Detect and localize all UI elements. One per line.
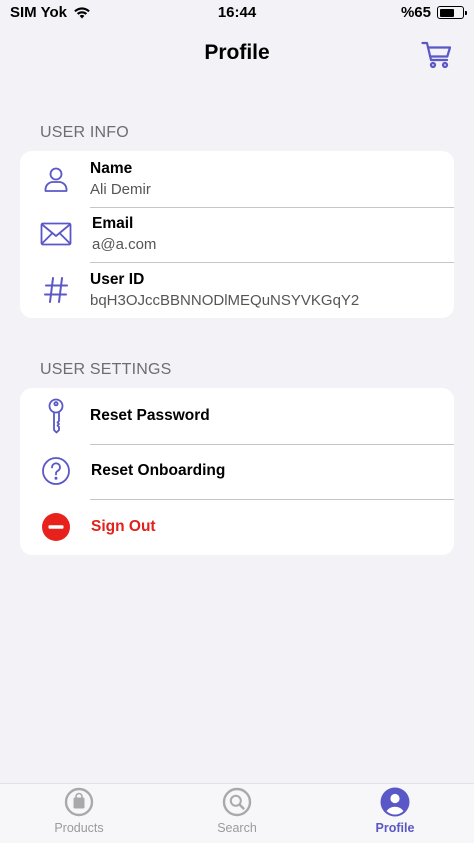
bag-icon <box>64 787 94 817</box>
tab-bar: Products Search Profile <box>0 783 474 843</box>
sign-out-label: Sign Out <box>91 517 156 535</box>
info-value: bqH3OJccBBNNODlMEQuNSYVKGqY2 <box>90 291 360 309</box>
cart-icon <box>421 41 452 69</box>
tab-label: Search <box>217 821 257 835</box>
battery-icon <box>437 6 467 19</box>
settings-row-sign-out[interactable]: Sign Out <box>20 499 454 555</box>
settings-label: Reset Password <box>90 406 210 424</box>
settings-row-text: Reset Password <box>90 407 444 425</box>
info-row-text: Name Ali Demir <box>90 160 444 198</box>
info-row-text: User ID bqH3OJccBBNNODlMEQuNSYVKGqY2 <box>90 271 444 309</box>
info-value: a@a.com <box>92 236 157 254</box>
settings-row-reset-onboarding[interactable]: Reset Onboarding <box>20 443 454 500</box>
person-circle-icon <box>380 787 410 817</box>
tab-profile[interactable]: Profile <box>316 784 474 843</box>
key-icon <box>38 398 74 434</box>
info-row-name: Name Ali Demir <box>20 151 454 207</box>
section-header-user-info: USER INFO <box>40 124 129 141</box>
tab-label: Products <box>54 821 104 835</box>
info-row-email: Email a@a.com <box>20 206 454 263</box>
person-icon <box>38 161 74 197</box>
info-value: Ali Demir <box>90 180 151 198</box>
settings-row-text: Reset Onboarding <box>91 462 444 480</box>
user-info-card: Name Ali Demir Email a@a.com User ID bqH… <box>20 151 454 318</box>
battery-fill <box>439 8 454 17</box>
section-header-user-settings: USER SETTINGS <box>40 361 172 378</box>
cart-button[interactable] <box>420 40 454 70</box>
status-bar: SIM Yok 16:44 %65 <box>0 0 474 26</box>
magnifier-icon <box>222 787 252 817</box>
settings-row-text: Sign Out <box>91 518 444 536</box>
tab-products[interactable]: Products <box>0 784 158 843</box>
page-title: Profile <box>204 41 270 64</box>
info-row-user-id: User ID bqH3OJccBBNNODlMEQuNSYVKGqY2 <box>20 262 454 318</box>
info-row-text: Email a@a.com <box>92 215 444 253</box>
user-settings-card: Reset Password Reset Onboarding Sign Out <box>20 388 454 555</box>
nav-bar: Profile <box>0 26 474 82</box>
info-label: Name <box>90 159 133 177</box>
status-battery: %65 <box>400 4 467 21</box>
info-label: User ID <box>90 270 145 288</box>
hash-icon <box>38 272 74 308</box>
tab-search[interactable]: Search <box>158 784 316 843</box>
envelope-icon <box>38 216 74 252</box>
battery-percent: %65 <box>400 4 431 21</box>
settings-row-reset-password[interactable]: Reset Password <box>20 388 454 444</box>
tab-label: Profile <box>375 821 415 835</box>
info-label: Email <box>92 215 134 233</box>
settings-label: Reset Onboarding <box>91 462 226 480</box>
minus-circle-icon <box>38 509 74 545</box>
question-circle-icon <box>38 453 74 489</box>
